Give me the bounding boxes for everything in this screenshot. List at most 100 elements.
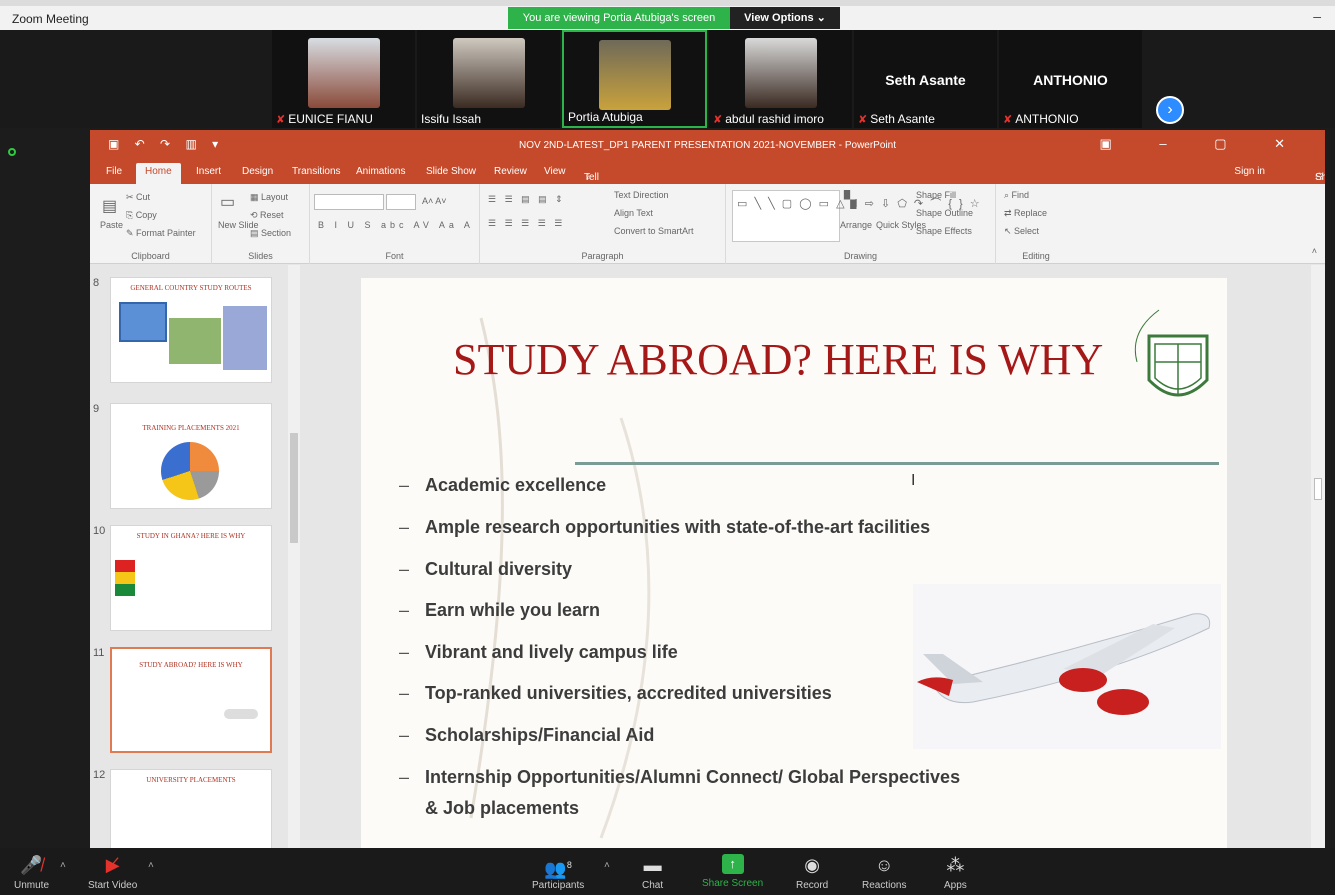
participant-tile[interactable]: Seth Asante ✘ Seth Asante [854, 30, 997, 128]
window-controls-icon[interactable]: ▣ – ▢ ✕ [1099, 136, 1307, 152]
bullet-dash: – [399, 725, 410, 745]
slide-thumbnail-pane: 8 GENERAL COUNTRY STUDY ROUTES 9 TRAININ… [90, 265, 300, 848]
tab-review[interactable]: Review [494, 166, 527, 177]
slide-thumbnail-selected[interactable]: STUDY ABROAD? HERE IS WHY [110, 647, 272, 753]
list-icons[interactable]: ☰ ☰ ▤ ▤ ⇕ [488, 194, 566, 205]
scrollbar-thumb[interactable] [1314, 478, 1322, 500]
plane-image [224, 709, 258, 719]
tab-transitions[interactable]: Transitions [292, 166, 341, 177]
drawing-group: ▭ ╲ ╲ ▢ ◯ ▭ △ ⅃ ⇨ ⇩ ⬠ ↷ ⌒ { } ☆ ▚ Arrang… [726, 184, 996, 264]
group-label: Font [385, 251, 404, 261]
shape-effects-button[interactable]: Shape Effects [916, 226, 972, 236]
align-icons[interactable]: ☰ ☰ ☰ ☰ ☰ [488, 218, 565, 229]
unmute-button[interactable]: 🎤̸ Unmute [14, 854, 49, 891]
participant-name-label: ✘ ANTHONIO [1003, 112, 1079, 126]
thumbnail-title: GENERAL COUNTRY STUDY ROUTES [130, 284, 252, 292]
minimize-button[interactable]: – [1313, 8, 1321, 24]
shape-fill-button[interactable]: Shape Fill [916, 190, 956, 200]
cut-button[interactable]: ✂ Cut [126, 192, 150, 203]
thumbnail-title: STUDY ABROAD? HERE IS WHY [139, 661, 243, 669]
font-name-field[interactable] [314, 194, 384, 210]
text-cursor-icon: I [911, 472, 916, 489]
muted-mic-icon: 🎤̸ [20, 855, 43, 875]
participant-tile[interactable]: ✘ abdul rashid imoro [709, 30, 852, 128]
select-button[interactable]: ↖ Select [1004, 226, 1039, 237]
bullet-dash: – [399, 600, 410, 620]
tab-animations[interactable]: Animations [356, 166, 405, 177]
format-painter-button[interactable]: ✎ Format Painter [126, 228, 196, 239]
chevron-up-icon[interactable]: ˄ [148, 860, 154, 871]
ppt-menu-bar: File Home Insert Design Transitions Anim… [90, 160, 1325, 249]
shape-outline-button[interactable]: Shape Outline [916, 208, 973, 218]
shared-screen-powerpoint[interactable]: ▣ ↶ ↷ ▥ ▾ NOV 2ND-LATEST_DP1 PARENT PRES… [90, 130, 1325, 848]
participant-tile[interactable]: Issifu Issah [417, 30, 560, 128]
tab-view[interactable]: View [544, 166, 566, 177]
participant-name-label: Portia Atubiga [568, 110, 643, 124]
muted-mic-icon: ✘ [1003, 114, 1013, 126]
slide-thumbnail[interactable]: STUDY IN GHANA? HERE IS WHY [110, 525, 272, 631]
replace-icon: ⇄ [1004, 208, 1015, 218]
collapse-ribbon-icon[interactable]: ˄ [1312, 246, 1317, 256]
ribbon: ▤ Paste ✂ Cut ⎘ Copy ✎ Format Painter Cl… [90, 184, 1325, 264]
paste-icon[interactable]: ▤ [102, 196, 117, 216]
ppt-title-bar: ▣ ↶ ↷ ▥ ▾ NOV 2ND-LATEST_DP1 PARENT PRES… [90, 130, 1325, 160]
thumbnail-title: STUDY IN GHANA? HERE IS WHY [136, 532, 246, 540]
replace-button[interactable]: ⇄ Replace [1004, 208, 1047, 219]
slide-scrollbar[interactable] [1311, 265, 1325, 848]
clipboard-group: ▤ Paste ✂ Cut ⎘ Copy ✎ Format Painter Cl… [90, 184, 212, 264]
copy-button[interactable]: ⎘ Copy [126, 210, 157, 221]
group-label: Clipboard [131, 251, 170, 261]
slide-thumbnail[interactable]: GENERAL COUNTRY STUDY ROUTES [110, 277, 272, 383]
new-slide-icon[interactable]: ▭ [220, 192, 235, 212]
zoom-window: Zoom Meeting – You are viewing Portia At… [0, 0, 1335, 895]
view-options-button[interactable]: View Options ⌄ [730, 7, 840, 29]
slide-thumbnail[interactable]: TRAINING PLACEMENTS 2021 [110, 403, 272, 509]
slide-thumbnail[interactable]: UNIVERSITY PLACEMENTS [110, 769, 272, 848]
reset-button[interactable]: ⟲ Reset [250, 210, 284, 221]
arrange-icon[interactable]: ▚ [844, 190, 856, 210]
find-button[interactable]: ⌕ Find [1004, 190, 1029, 201]
format-icons[interactable]: B I U S abc AV Aa A [318, 220, 474, 230]
participant-tile[interactable]: ANTHONIO ✘ ANTHONIO [999, 30, 1142, 128]
video-off-name: ANTHONIO [1033, 72, 1108, 88]
bullet-dash: – [399, 767, 410, 787]
slides-group: ▭ New Slide ▦ Layout ⟲ Reset ▤ Section S… [212, 184, 310, 264]
school-logo [1129, 302, 1225, 420]
thumbnail-scrollbar[interactable] [288, 265, 300, 848]
tab-design[interactable]: Design [242, 166, 273, 177]
chevron-up-icon[interactable]: ˄ [60, 860, 66, 871]
align-text-button[interactable]: Align Text [614, 208, 653, 218]
layout-button[interactable]: ▦ Layout [250, 192, 288, 203]
current-slide[interactable]: STUDY ABROAD? HERE IS WHY I – Academic ex… [361, 278, 1227, 848]
video-off-name: Seth Asante [885, 72, 966, 88]
copy-icon: ⎘ [126, 210, 136, 220]
record-button[interactable]: ◉ Record [796, 854, 828, 891]
reactions-button[interactable]: ☺ Reactions [862, 854, 906, 891]
shapes-gallery[interactable]: ▭ ╲ ╲ ▢ ◯ ▭ △ ⅃ ⇨ ⇩ ⬠ ↷ ⌒ { } ☆ [732, 190, 980, 242]
text-direction-button[interactable]: Text Direction [614, 190, 669, 200]
scrollbar-thumb[interactable] [290, 433, 298, 543]
participant-tile[interactable]: ✘ EUNICE FIANU [272, 30, 415, 128]
tab-home[interactable]: Home [136, 163, 181, 184]
sign-in-link[interactable]: Sign in [1234, 166, 1265, 177]
meeting-toolbar: 🎤̸ Unmute ˄ ▶̸ Start Video ˄ 👥8 Particip… [0, 848, 1335, 895]
editing-group: ⌕ Find ⇄ Replace ↖ Select Editing [996, 184, 1076, 264]
font-size-field[interactable] [386, 194, 416, 210]
video-off-icon: ▶̸ [105, 855, 120, 875]
section-button[interactable]: ▤ Section [250, 228, 291, 239]
participants-button[interactable]: 👥8 Participants [532, 854, 584, 891]
tab-file[interactable]: File [106, 166, 122, 177]
chat-button[interactable]: ▬ Chat [642, 854, 663, 891]
start-video-button[interactable]: ▶̸ Start Video [88, 854, 137, 891]
tab-slide-show[interactable]: Slide Show [426, 166, 476, 177]
convert-smartart-button[interactable]: Convert to SmartArt [614, 226, 694, 236]
arrange-button[interactable]: Arrange [840, 220, 872, 230]
paste-button[interactable]: Paste [100, 220, 123, 230]
apps-button[interactable]: ⁂ Apps [944, 854, 967, 891]
participant-tile-active[interactable]: Portia Atubiga [562, 30, 707, 128]
next-page-icon[interactable]: › [1156, 96, 1184, 124]
chevron-up-icon[interactable]: ˄ [604, 860, 610, 871]
tab-insert[interactable]: Insert [196, 166, 221, 177]
share-screen-button[interactable]: ↑ Share Screen [702, 854, 763, 889]
grow-font-icon[interactable]: A˄ A˅ [422, 196, 447, 206]
